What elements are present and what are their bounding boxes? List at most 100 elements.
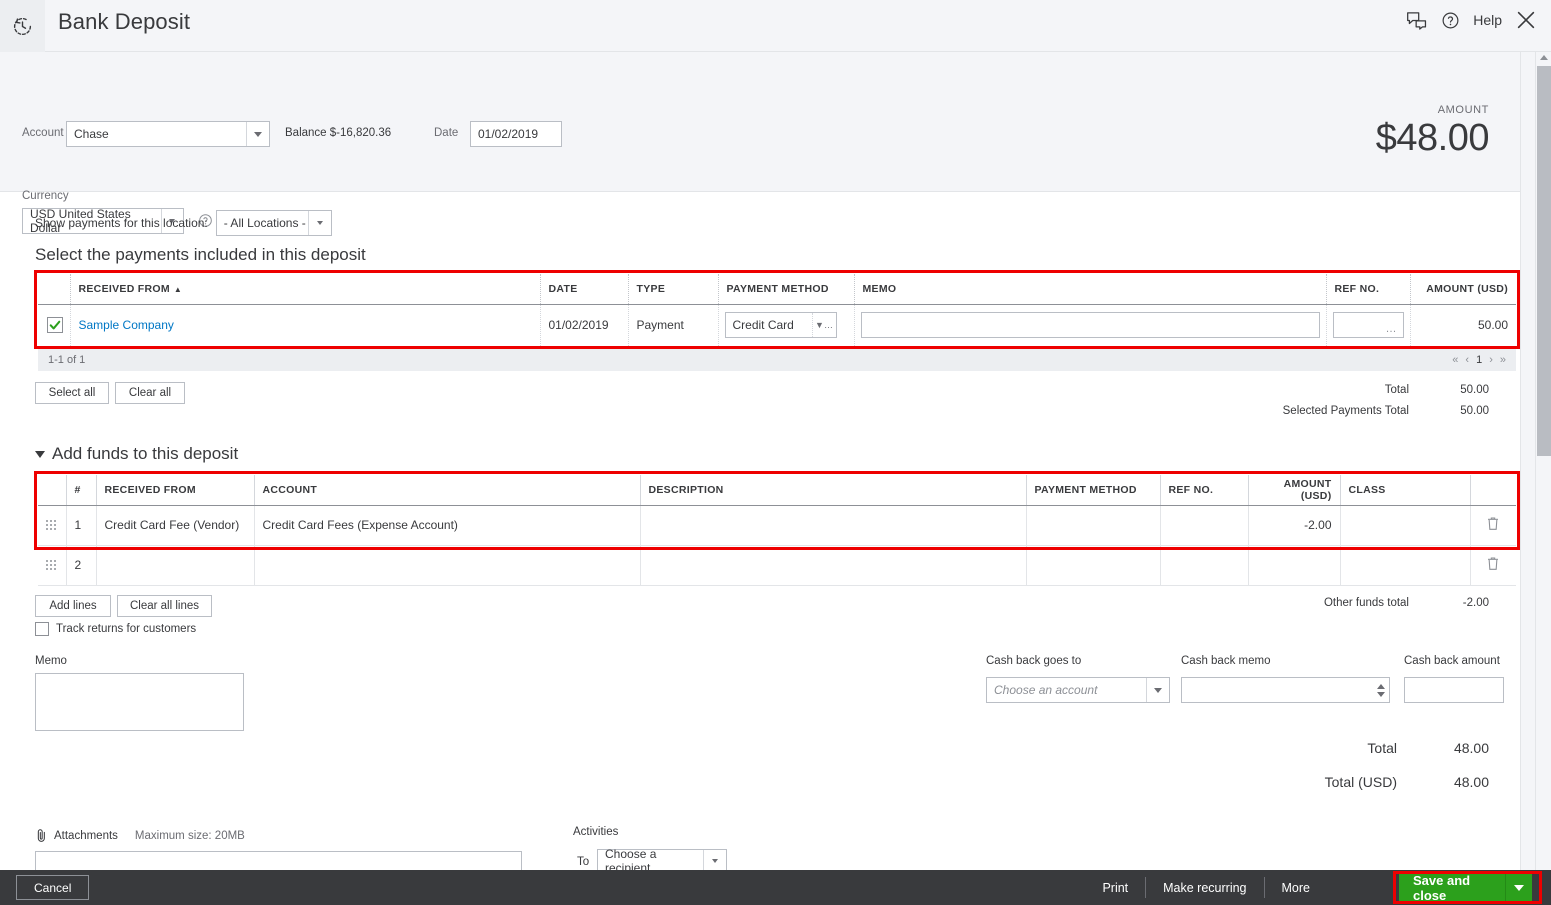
stepper-down-icon[interactable] — [1377, 691, 1385, 697]
cashback-account-select[interactable]: Choose an account — [986, 677, 1170, 703]
af-delete-cell[interactable] — [1470, 545, 1516, 586]
grand-total-usd-label: Total (USD) — [1324, 774, 1397, 790]
cashback-account-label: Cash back goes to — [986, 655, 1082, 667]
chevron-down-icon[interactable] — [703, 850, 726, 872]
activities-to-label: To — [577, 856, 590, 868]
af-amount-cell[interactable]: -2.00 — [1248, 505, 1341, 546]
clear-all-lines-button[interactable]: Clear all lines — [117, 595, 212, 617]
payment-method-cell: Credit Card ▼… — [718, 304, 855, 347]
add-lines-button[interactable]: Add lines — [35, 595, 111, 617]
payment-row-checkbox[interactable] — [47, 316, 63, 333]
cashback-memo-stepper[interactable] — [1373, 678, 1389, 702]
cashback-amount-input[interactable] — [1404, 677, 1504, 703]
other-funds-total-value: -2.00 — [1462, 597, 1489, 609]
col-type[interactable]: TYPE — [628, 274, 719, 305]
col-date[interactable]: DATE — [540, 274, 629, 305]
scroll-up-arrow-icon[interactable] — [1540, 55, 1548, 60]
af-received-from-cell[interactable] — [96, 545, 255, 586]
add-funds-section-header[interactable]: Add funds to this deposit — [35, 444, 238, 464]
selected-payments-total-label: Selected Payments Total — [1282, 405, 1409, 417]
vertical-scrollbar[interactable] — [1535, 52, 1551, 870]
payment-refno-cell: … — [1326, 304, 1411, 347]
track-returns-label: Track returns for customers — [56, 623, 197, 635]
close-x-icon[interactable] — [1515, 9, 1537, 31]
chevron-down-icon[interactable] — [307, 211, 331, 235]
pagination-prev-button[interactable]: ‹ — [1465, 354, 1469, 366]
col-af-account: ACCOUNT — [254, 475, 641, 506]
pagination-first-button[interactable]: « — [1452, 354, 1458, 366]
cashback-memo-input[interactable] — [1181, 677, 1390, 703]
track-returns-checkbox[interactable] — [35, 622, 49, 636]
chevron-down-icon[interactable] — [1146, 678, 1169, 702]
help-label[interactable]: Help — [1473, 12, 1502, 28]
collapse-triangle-icon[interactable] — [35, 450, 45, 458]
amount-value: $48.00 — [1375, 117, 1490, 159]
account-balance-text: Balance $-16,820.36 — [285, 127, 392, 139]
af-description-cell[interactable] — [640, 505, 1027, 546]
memo-textarea[interactable] — [35, 673, 244, 731]
chevron-down-icon[interactable]: ▼… — [811, 313, 836, 337]
payment-row-checkbox-cell[interactable] — [38, 304, 71, 347]
print-button[interactable]: Print — [1085, 877, 1147, 898]
af-payment-method-cell[interactable] — [1026, 505, 1161, 546]
af-account-cell[interactable]: Credit Card Fees (Expense Account) — [254, 505, 641, 546]
deposit-top-form: Account Chase Balance $-16,820.36 Date 0… — [0, 52, 1520, 235]
date-input[interactable]: 01/02/2019 — [470, 121, 562, 147]
af-received-from-cell[interactable]: Credit Card Fee (Vendor) — [96, 505, 255, 546]
scrollbar-thumb[interactable] — [1537, 66, 1551, 456]
col-amount-usd[interactable]: AMOUNT (USD) — [1410, 274, 1516, 305]
track-returns-row[interactable]: Track returns for customers — [35, 622, 196, 636]
chevron-down-icon[interactable] — [246, 122, 269, 146]
af-payment-method-cell[interactable] — [1026, 545, 1161, 586]
af-delete-cell[interactable] — [1470, 505, 1516, 546]
payments-select-col-header — [38, 274, 71, 305]
make-recurring-button[interactable]: Make recurring — [1146, 877, 1265, 898]
add-funds-heading: Add funds to this deposit — [52, 444, 239, 463]
af-class-cell[interactable] — [1340, 505, 1471, 546]
col-payment-method[interactable]: PAYMENT METHOD — [718, 274, 855, 305]
payment-received-from-link[interactable]: Sample Company — [79, 318, 174, 332]
pagination-next-button[interactable]: › — [1489, 354, 1493, 366]
col-ref-no[interactable]: REF NO. — [1326, 274, 1411, 305]
location-filter-select[interactable]: - All Locations - — [215, 210, 332, 236]
af-refno-cell[interactable] — [1160, 505, 1249, 546]
payments-total-value: 50.00 — [1460, 384, 1489, 396]
pagination-controls: « ‹ 1 › » — [1452, 354, 1506, 366]
af-drag-handle-cell[interactable] — [38, 505, 67, 546]
payment-method-select[interactable]: Credit Card ▼… — [724, 312, 837, 338]
stepper-up-icon[interactable] — [1377, 683, 1385, 689]
save-and-close-button[interactable]: Save and close — [1399, 872, 1532, 903]
payments-total-label: Total — [1384, 384, 1409, 396]
select-all-button[interactable]: Select all — [35, 382, 109, 404]
af-amount-cell[interactable] — [1248, 545, 1341, 586]
payment-memo-input[interactable] — [860, 312, 1320, 338]
pagination-current-page[interactable]: 1 — [1476, 354, 1482, 366]
af-drag-handle-cell[interactable] — [38, 545, 67, 586]
grand-total-value: 48.00 — [1453, 740, 1489, 756]
col-memo[interactable]: MEMO — [854, 274, 1327, 305]
transaction-history-button[interactable] — [0, 0, 45, 52]
af-description-cell[interactable] — [640, 545, 1027, 586]
account-select[interactable]: Chase — [66, 121, 270, 147]
drag-handle-icon[interactable] — [46, 519, 56, 531]
chat-bubbles-icon[interactable] — [1406, 11, 1428, 30]
more-button[interactable]: More — [1265, 877, 1327, 898]
drag-handle-icon[interactable] — [46, 559, 56, 571]
location-filter-row: Show payments for this location: - All L… — [35, 210, 332, 236]
af-refno-cell[interactable] — [1160, 545, 1249, 586]
af-account-cell[interactable] — [254, 545, 641, 586]
col-af-amount-usd: AMOUNT (USD) — [1248, 475, 1341, 506]
clear-all-button[interactable]: Clear all — [115, 382, 185, 404]
trash-icon[interactable] — [1486, 516, 1500, 531]
cancel-button[interactable]: Cancel — [16, 875, 90, 900]
paperclip-icon — [35, 828, 48, 843]
trash-icon[interactable] — [1486, 556, 1500, 571]
question-circle-icon[interactable] — [1441, 11, 1460, 30]
footer-actions: Print Make recurring More — [1085, 870, 1327, 905]
payment-refno-input[interactable]: … — [1332, 312, 1404, 338]
col-received-from[interactable]: RECEIVED FROM ▲ — [70, 274, 541, 305]
af-class-cell[interactable] — [1340, 545, 1471, 586]
pagination-last-button[interactable]: » — [1500, 354, 1506, 366]
save-and-close-label: Save and close — [1413, 872, 1471, 903]
chevron-down-icon[interactable] — [1504, 874, 1532, 901]
